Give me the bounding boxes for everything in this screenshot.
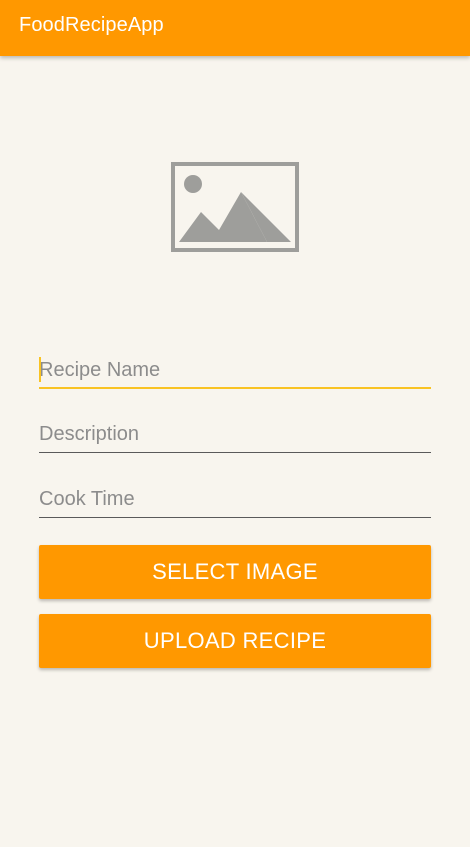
image-icon[interactable]: [171, 162, 299, 252]
recipe-name-field[interactable]: [39, 351, 431, 389]
upload-recipe-button[interactable]: UPLOAD RECIPE: [39, 614, 431, 668]
cook-time-underline: [39, 517, 431, 518]
text-cursor: [39, 357, 41, 382]
recipe-name-input[interactable]: [39, 351, 431, 389]
description-field[interactable]: [39, 415, 431, 453]
app-bar: FoodRecipeApp: [0, 0, 470, 56]
description-underline: [39, 452, 431, 453]
cook-time-input[interactable]: [39, 480, 431, 518]
select-image-button[interactable]: SELECT IMAGE: [39, 545, 431, 599]
description-input[interactable]: [39, 415, 431, 453]
cook-time-field[interactable]: [39, 480, 431, 518]
recipe-name-underline: [39, 387, 431, 389]
app-title: FoodRecipeApp: [19, 14, 164, 36]
